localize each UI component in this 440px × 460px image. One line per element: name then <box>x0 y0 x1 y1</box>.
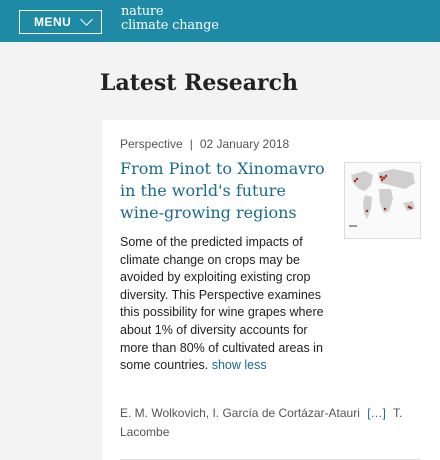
authors-first: E. M. Wolkovich, I. García de Cortázar-A… <box>120 406 360 420</box>
article-title-link[interactable]: From Pinot to Xinomavro in the world's f… <box>120 158 330 224</box>
show-less-link[interactable]: show less <box>212 358 267 372</box>
journal-logo[interactable]: nature climate change <box>121 5 219 33</box>
top-navigation-bar: MENU nature climate change <box>0 0 440 42</box>
meta-separator: | <box>189 137 193 151</box>
menu-button[interactable]: MENU <box>19 10 102 34</box>
article-authors: E. M. Wolkovich, I. García de Cortázar-A… <box>120 404 420 442</box>
article-meta: Perspective | 02 January 2018 <box>120 137 289 151</box>
chevron-down-icon <box>80 13 93 26</box>
article-date: 02 January 2018 <box>199 137 290 151</box>
world-map-thumbnail-icon[interactable] <box>344 162 421 239</box>
section-title: Latest Research <box>100 70 298 96</box>
article-type: Perspective <box>120 137 183 151</box>
expand-authors-button[interactable]: […] <box>367 406 386 420</box>
article-abstract: Some of the predicted impacts of climate… <box>120 234 332 375</box>
map-image <box>345 163 420 238</box>
logo-line-climate-change: climate change <box>121 18 219 33</box>
abstract-text: Some of the predicted impacts of climate… <box>120 235 324 373</box>
logo-line-nature: nature <box>121 4 164 19</box>
menu-button-label: MENU <box>34 15 72 29</box>
article-card: Perspective | 02 January 2018 From Pinot t… <box>102 120 440 460</box>
